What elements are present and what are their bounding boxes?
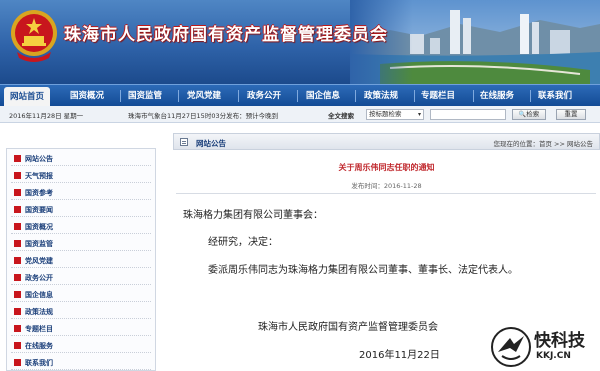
nav-item-gov-affairs[interactable]: 政务公开 — [247, 85, 281, 107]
nav-item-supervision[interactable]: 国资监管 — [128, 85, 162, 107]
sidebar-item-online-service[interactable]: 在线服务 — [11, 339, 151, 353]
sidebar-item-label: 政务公开 — [25, 274, 53, 282]
info-bar: 2016年11月28日 星期一 珠海市气象台11月27日15时03分发布：预计今… — [0, 106, 600, 123]
article-paragraph: 经研究，决定： — [208, 237, 278, 248]
nav-divider — [473, 90, 474, 102]
section-title: 网站公告 — [196, 139, 226, 148]
left-sidebar: 网站公告 天气预报 国资参考 国资要闻 国资概况 国资监管 党风党建 政务公开 … — [6, 148, 156, 371]
nav-divider — [120, 90, 121, 102]
nav-divider — [238, 90, 239, 102]
sidebar-item-label: 党风党建 — [25, 257, 53, 265]
nav-divider — [355, 90, 356, 102]
sidebar-item-topics[interactable]: 专题栏目 — [11, 322, 151, 336]
bullet-icon — [14, 291, 21, 298]
sidebar-item-label: 国资参考 — [25, 189, 53, 197]
document-icon — [180, 138, 188, 146]
bullet-icon — [14, 342, 21, 349]
search-button-label: 检索 — [526, 110, 540, 118]
sidebar-item-party[interactable]: 党风党建 — [11, 254, 151, 268]
search-label: 全文搜索 — [328, 112, 354, 120]
sidebar-item-label: 网站公告 — [25, 155, 53, 163]
sidebar-item-overview[interactable]: 国资概况 — [11, 220, 151, 234]
sidebar-item-label: 国资监管 — [25, 240, 53, 248]
sidebar-item-label: 天气预报 — [25, 172, 53, 180]
bullet-icon — [14, 308, 21, 315]
bullet-icon — [14, 325, 21, 332]
bullet-icon — [14, 274, 21, 281]
search-button[interactable]: 🔍检索 — [512, 109, 546, 120]
search-type-select[interactable]: 按标题检索 — [366, 109, 424, 120]
section-header: 网站公告 您现在的位置：首页 >> 网站公告 — [173, 133, 600, 150]
nav-item-topics[interactable]: 专题栏目 — [421, 85, 455, 107]
sidebar-item-reference[interactable]: 国资参考 — [11, 186, 151, 200]
breadcrumb[interactable]: 您现在的位置：首页 >> 网站公告 — [493, 138, 593, 148]
sidebar-item-label: 国企信息 — [25, 291, 53, 299]
sidebar-item-label: 联系我们 — [25, 359, 53, 367]
main-nav: 网站首页 国资概况 国资监管 党风党建 政务公开 国企信息 政策法规 专题栏目 … — [0, 84, 600, 107]
article-paragraph: 委派周乐伟同志为珠海格力集团有限公司董事、董事长、法定代表人。 — [208, 265, 518, 276]
bullet-icon — [14, 189, 21, 196]
article-salutation: 珠海格力集团有限公司董事会： — [183, 210, 323, 221]
current-date: 2016年11月28日 星期一 — [9, 112, 84, 120]
nav-item-home[interactable]: 网站首页 — [4, 87, 51, 107]
sidebar-item-label: 专题栏目 — [25, 325, 53, 333]
nav-divider — [414, 90, 415, 102]
sidebar-item-label: 国资概况 — [25, 223, 53, 231]
nav-item-party[interactable]: 党风党建 — [187, 85, 221, 107]
nav-divider — [297, 90, 298, 102]
bullet-icon — [14, 223, 21, 230]
sidebar-item-label: 国资要闻 — [25, 206, 53, 214]
sidebar-item-policy[interactable]: 政策法规 — [11, 305, 151, 319]
bullet-icon — [14, 240, 21, 247]
search-input[interactable] — [430, 109, 506, 120]
nav-item-enterprise-info[interactable]: 国企信息 — [306, 85, 340, 107]
bullet-icon — [14, 172, 21, 179]
watermark: 快科技 KKJ.CN — [490, 324, 598, 370]
bullet-icon — [14, 206, 21, 213]
kkj-logo-icon — [491, 327, 531, 367]
nav-divider — [530, 90, 531, 102]
site-title: 珠海市人民政府国有资产监督管理委员会 — [64, 25, 388, 45]
weather-ticker[interactable]: 珠海市气象台11月27日15时03分发布：预计今晚到 — [128, 110, 278, 120]
article-signature: 珠海市人民政府国有资产监督管理委员会 — [258, 322, 438, 333]
watermark-name: 快科技 — [534, 331, 585, 351]
sidebar-item-enterprise-info[interactable]: 国企信息 — [11, 288, 151, 302]
watermark-url: KKJ.CN — [536, 351, 571, 361]
sidebar-item-weather[interactable]: 天气预报 — [11, 169, 151, 183]
article-publish-date: 发布时间：2016-11-28 — [351, 182, 422, 190]
article-signed-date: 2016年11月22日 — [359, 350, 440, 361]
nav-item-contact[interactable]: 联系我们 — [538, 85, 572, 107]
sidebar-item-contact[interactable]: 联系我们 — [11, 356, 151, 370]
sidebar-item-supervision[interactable]: 国资监管 — [11, 237, 151, 251]
bullet-icon — [14, 359, 21, 366]
reset-button[interactable]: 重置 — [556, 109, 586, 120]
nav-divider — [178, 90, 179, 102]
sidebar-item-label: 政策法规 — [25, 308, 53, 316]
sidebar-item-gov-affairs[interactable]: 政务公开 — [11, 271, 151, 285]
nav-item-overview[interactable]: 国资概况 — [70, 85, 104, 107]
nav-item-online-service[interactable]: 在线服务 — [480, 85, 514, 107]
bullet-icon — [14, 155, 21, 162]
site-banner: 珠海市人民政府国有资产监督管理委员会 — [0, 0, 600, 84]
article-title: 关于周乐伟同志任职的通知 — [338, 163, 435, 172]
sidebar-item-announcements[interactable]: 网站公告 — [11, 152, 151, 166]
sidebar-item-label: 在线服务 — [25, 342, 53, 350]
sidebar-item-news[interactable]: 国资要闻 — [11, 203, 151, 217]
bullet-icon — [14, 257, 21, 264]
national-emblem-icon — [11, 10, 57, 62]
nav-item-policy[interactable]: 政策法规 — [364, 85, 398, 107]
title-divider — [176, 193, 596, 194]
